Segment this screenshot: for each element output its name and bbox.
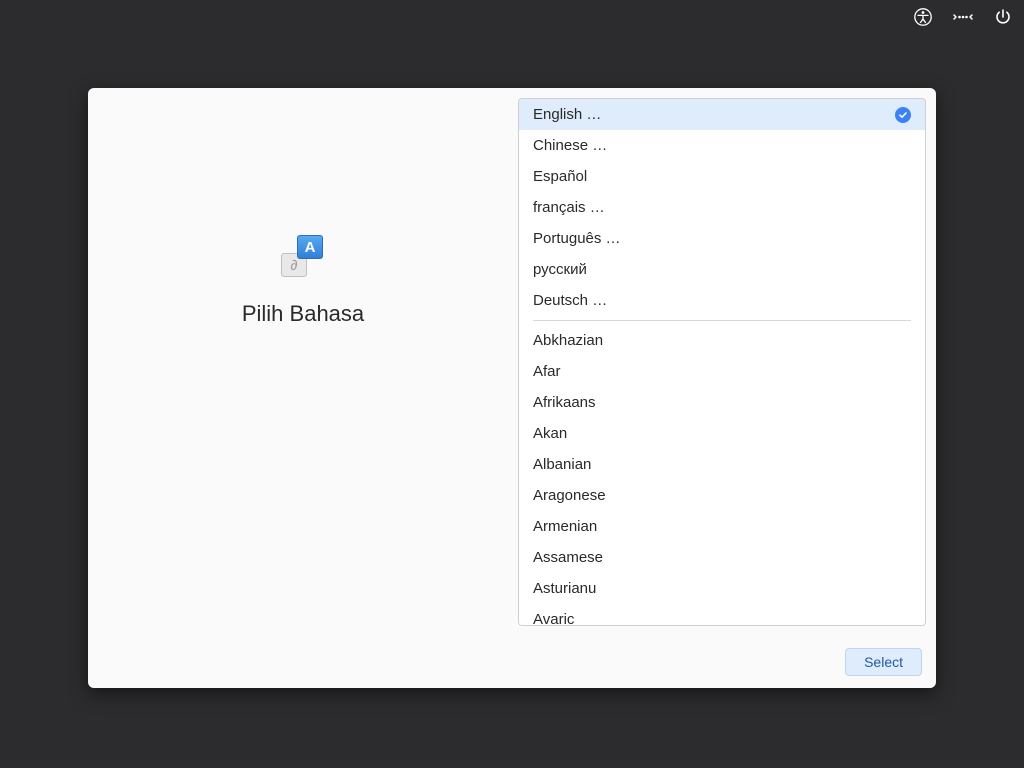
language-label: Português … bbox=[533, 228, 621, 249]
panel-body: ∂ A Pilih Bahasa English … Chinese … Españ… bbox=[88, 88, 936, 636]
language-label: Asturianu bbox=[533, 578, 596, 599]
language-option[interactable]: русский bbox=[519, 254, 925, 285]
language-list[interactable]: English … Chinese … Español français … Portu… bbox=[518, 98, 926, 626]
page-title: Pilih Bahasa bbox=[242, 301, 364, 327]
language-option[interactable]: Avaric bbox=[519, 604, 925, 626]
accessibility-icon[interactable] bbox=[912, 6, 934, 28]
language-icon: ∂ A bbox=[285, 237, 321, 273]
language-option[interactable]: Español bbox=[519, 161, 925, 192]
checkmark-icon bbox=[895, 107, 911, 123]
language-label: Afar bbox=[533, 361, 561, 382]
language-option[interactable]: Deutsch … bbox=[519, 285, 925, 316]
power-icon[interactable] bbox=[992, 6, 1014, 28]
language-label: Avaric bbox=[533, 609, 574, 626]
language-label: Armenian bbox=[533, 516, 597, 537]
language-label: Afrikaans bbox=[533, 392, 596, 413]
language-option[interactable]: Akan bbox=[519, 418, 925, 449]
language-option[interactable]: Abkhazian bbox=[519, 325, 925, 356]
language-icon-front: A bbox=[297, 235, 323, 259]
language-option[interactable]: Português … bbox=[519, 223, 925, 254]
left-pane: ∂ A Pilih Bahasa bbox=[88, 88, 518, 636]
language-label: Assamese bbox=[533, 547, 603, 568]
language-option[interactable]: Afrikaans bbox=[519, 387, 925, 418]
language-option[interactable]: Albanian bbox=[519, 449, 925, 480]
language-option[interactable]: français … bbox=[519, 192, 925, 223]
language-option[interactable]: Afar bbox=[519, 356, 925, 387]
top-bar bbox=[912, 6, 1014, 28]
language-option[interactable]: Chinese … bbox=[519, 130, 925, 161]
list-divider bbox=[533, 320, 911, 321]
language-label: Chinese … bbox=[533, 135, 607, 156]
language-label: Albanian bbox=[533, 454, 591, 475]
language-option[interactable]: Aragonese bbox=[519, 480, 925, 511]
language-option[interactable]: Armenian bbox=[519, 511, 925, 542]
panel-footer: Select bbox=[88, 636, 936, 688]
language-option[interactable]: Asturianu bbox=[519, 573, 925, 604]
language-label: Aragonese bbox=[533, 485, 606, 506]
language-option[interactable]: Assamese bbox=[519, 542, 925, 573]
language-label: Akan bbox=[533, 423, 567, 444]
language-label: Abkhazian bbox=[533, 330, 603, 351]
language-label: Español bbox=[533, 166, 587, 187]
language-selection-panel: ∂ A Pilih Bahasa English … Chinese … Españ… bbox=[88, 88, 936, 688]
language-option[interactable]: English … bbox=[519, 99, 925, 130]
language-label: русский bbox=[533, 259, 587, 280]
network-icon[interactable] bbox=[952, 6, 974, 28]
language-label: English … bbox=[533, 104, 601, 125]
language-label: Deutsch … bbox=[533, 290, 607, 311]
language-label: français … bbox=[533, 197, 605, 218]
select-button[interactable]: Select bbox=[845, 648, 922, 676]
